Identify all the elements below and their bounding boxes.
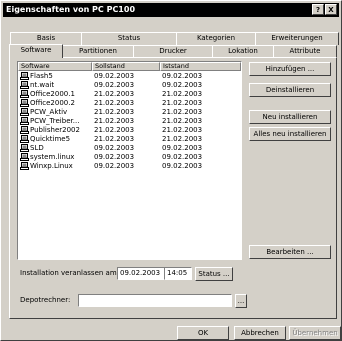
list-item[interactable]: PCW_Aktiv 21.02.2003 21.02.2003 (18, 108, 241, 117)
add-button[interactable]: Hinzufügen ... (249, 62, 331, 76)
iststand-value: 21.02.2003 (162, 135, 203, 143)
status-button[interactable]: Status ... (195, 267, 233, 281)
software-name: Office2000.1 (30, 90, 75, 98)
iststand-value: 09.02.2003 (162, 81, 203, 89)
iststand-value: 09.02.2003 (162, 153, 203, 161)
list-item[interactable]: Office2000.1 21.02.2003 21.02.2003 (18, 90, 241, 99)
sollstand-value: 09.02.2003 (94, 153, 135, 161)
installation-date-field[interactable]: 09.02.2003 (117, 267, 165, 280)
software-list[interactable]: Software Sollstand Iststand Flash5 09.02.… (17, 61, 242, 260)
software-name: SLD (30, 144, 44, 152)
computer-icon (20, 81, 29, 89)
list-item[interactable]: system.linux 09.02.2003 09.02.2003 (18, 153, 241, 162)
computer-icon (20, 162, 29, 170)
uninstall-button[interactable]: Deinstallieren (249, 83, 331, 97)
iststand-value: 09.02.2003 (162, 144, 203, 152)
tab-erweiterungen[interactable]: Erweiterungen (255, 32, 339, 45)
installation-label: Installation veranlassen am: (20, 269, 120, 277)
depot-label: Depotrechner: (20, 296, 71, 304)
software-name: nt.wait (30, 81, 55, 89)
sollstand-value: 21.02.2003 (94, 126, 135, 134)
depot-browse-button[interactable]: ... (235, 294, 247, 308)
list-item[interactable]: Office2000.2 21.02.2003 21.02.2003 (18, 99, 241, 108)
tab-status[interactable]: Status (81, 32, 177, 45)
list-item[interactable]: SLD 09.02.2003 09.02.2003 (18, 144, 241, 153)
cancel-button[interactable]: Abbrechen (234, 326, 286, 340)
tab-kategorien[interactable]: Kategorien (176, 32, 256, 45)
list-item[interactable]: nt.wait 09.02.2003 09.02.2003 (18, 81, 241, 90)
reinstall-all-button[interactable]: Alles neu installieren (249, 127, 331, 141)
software-name: Winxp.Linux (30, 162, 73, 170)
sollstand-value: 09.02.2003 (94, 144, 135, 152)
software-name: PCW_Treiber... (30, 117, 80, 125)
sollstand-value: 21.02.2003 (94, 135, 135, 143)
list-item[interactable]: Winxp.Linux 09.02.2003 09.02.2003 (18, 162, 241, 171)
reinstall-button[interactable]: Neu installieren (249, 110, 331, 124)
software-name: system.linux (30, 153, 75, 161)
window-title: Eigenschaften von PC PC100 (6, 5, 136, 14)
computer-icon (20, 135, 29, 143)
sollstand-value: 21.02.2003 (94, 90, 135, 98)
software-name: Office2000.2 (30, 99, 75, 107)
sollstand-value: 21.02.2003 (94, 108, 135, 116)
computer-icon (20, 144, 29, 152)
computer-icon (20, 90, 29, 98)
iststand-value: 09.02.2003 (162, 72, 203, 80)
column-header-iststand[interactable]: Iststand (160, 62, 241, 71)
iststand-value: 21.02.2003 (162, 99, 203, 107)
computer-icon (20, 72, 29, 80)
software-name: Quicktime5 (30, 135, 71, 143)
iststand-value: 09.02.2003 (162, 162, 203, 170)
computer-icon (20, 153, 29, 161)
iststand-value: 21.02.2003 (162, 117, 203, 125)
ok-button[interactable]: OK (177, 326, 229, 340)
computer-icon (20, 126, 29, 134)
iststand-value: 21.02.2003 (162, 90, 203, 98)
apply-button[interactable]: Übernehmen (289, 326, 341, 340)
iststand-value: 21.02.2003 (162, 126, 203, 134)
computer-icon (20, 99, 29, 107)
depot-field[interactable] (78, 294, 232, 307)
title-bar[interactable]: Eigenschaften von PC PC100 ? X (3, 3, 339, 17)
sollstand-value: 21.02.2003 (94, 117, 135, 125)
help-button[interactable]: ? (312, 4, 324, 15)
list-item[interactable]: Publisher2002 21.02.2003 21.02.2003 (18, 126, 241, 135)
tab-software[interactable]: Software (9, 44, 63, 58)
properties-dialog: Eigenschaften von PC PC100 ? X Basis Sta… (0, 0, 342, 341)
sollstand-value: 09.02.2003 (94, 162, 135, 170)
computer-icon (20, 117, 29, 125)
edit-button[interactable]: Bearbeiten ... (249, 245, 331, 259)
sollstand-value: 09.02.2003 (94, 81, 135, 89)
list-item[interactable]: Flash5 09.02.2003 09.02.2003 (18, 72, 241, 81)
iststand-value: 21.02.2003 (162, 108, 203, 116)
close-button[interactable]: X (325, 4, 337, 15)
list-item[interactable]: PCW_Treiber... 21.02.2003 21.02.2003 (18, 117, 241, 126)
sollstand-value: 21.02.2003 (94, 99, 135, 107)
list-item[interactable]: Quicktime5 21.02.2003 21.02.2003 (18, 135, 241, 144)
sollstand-value: 09.02.2003 (94, 72, 135, 80)
column-header-software[interactable]: Software (18, 62, 92, 71)
computer-icon (20, 108, 29, 116)
software-name: Publisher2002 (30, 126, 80, 134)
installation-time-field[interactable]: 14:05 (164, 267, 192, 280)
column-header-sollstand[interactable]: Sollstand (92, 62, 160, 71)
software-name: Flash5 (30, 72, 53, 80)
software-name: PCW_Aktiv (30, 108, 68, 116)
